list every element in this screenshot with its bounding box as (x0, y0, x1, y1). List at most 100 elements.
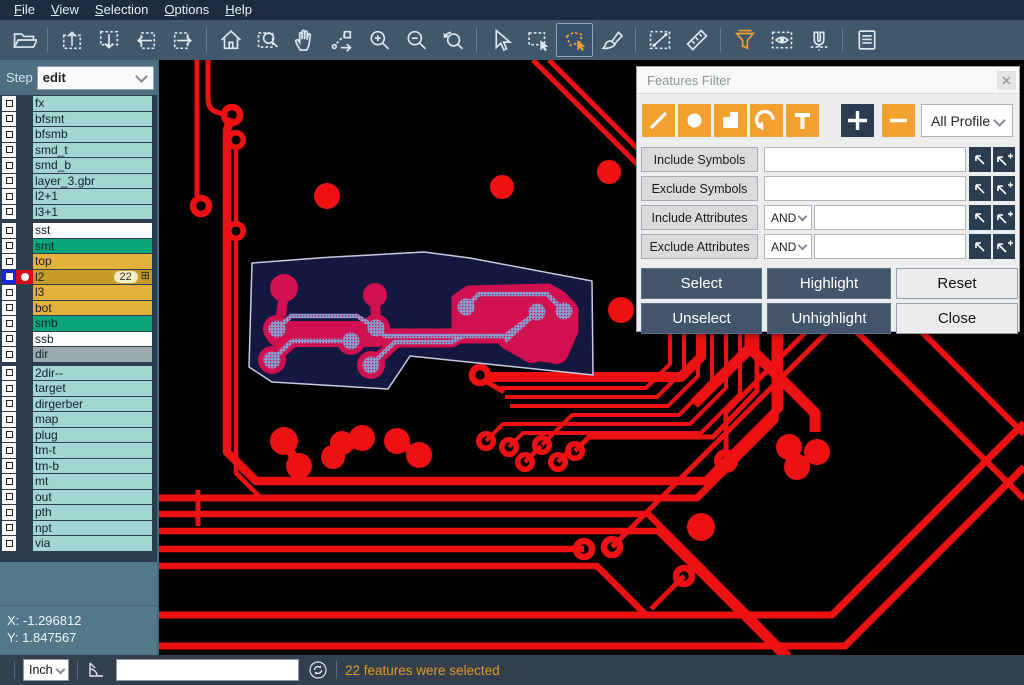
layer-row-l2+1[interactable]: l2+1 (0, 189, 157, 204)
layer-checkbox[interactable] (2, 428, 16, 443)
exclude-attributes-field[interactable] (814, 234, 966, 259)
layer-name[interactable]: fx (33, 96, 152, 111)
layer-checkbox[interactable] (2, 397, 16, 412)
layer-row-plug[interactable]: plug (0, 428, 157, 443)
layer-checkbox[interactable] (2, 332, 16, 347)
select-cursor-button[interactable] (482, 23, 519, 57)
layer-checkbox[interactable] (2, 112, 16, 127)
layer-name[interactable]: smb (33, 316, 152, 331)
select-button[interactable]: Select (641, 268, 762, 299)
layer-name[interactable]: l3+1 (33, 205, 152, 220)
layer-name[interactable]: dirgerber (33, 397, 152, 412)
pick-attribute-add-button[interactable] (993, 234, 1015, 259)
arc-tool-button[interactable] (750, 104, 783, 137)
move-vertex-button[interactable] (323, 23, 360, 57)
rectangle-select-button[interactable] (519, 23, 556, 57)
layer-row-map[interactable]: map (0, 412, 157, 427)
dialog-title-bar[interactable]: Features Filter (637, 67, 1019, 94)
layer-active-indicator[interactable] (16, 490, 33, 505)
text-tool-button[interactable] (786, 104, 819, 137)
include-symbols-button[interactable]: Include Symbols (641, 147, 758, 172)
layer-row-tm-b[interactable]: tm-b (0, 459, 157, 474)
layer-row-out[interactable]: out (0, 490, 157, 505)
layer-name[interactable]: smd_t (33, 143, 152, 158)
layer-row-ssb[interactable]: ssb (0, 332, 157, 347)
layer-checkbox[interactable] (2, 174, 16, 189)
layer-checkbox[interactable] (2, 205, 16, 220)
layer-name[interactable]: 2dir-- (33, 366, 152, 381)
layer-checkbox[interactable] (2, 459, 16, 474)
layer-row-l2[interactable]: l222⊞ (0, 270, 157, 285)
layer-row-smd_b[interactable]: smd_b (0, 158, 157, 173)
close-button[interactable]: Close (896, 303, 1018, 334)
layer-checkbox[interactable] (2, 490, 16, 505)
command-input[interactable] (116, 659, 299, 681)
layer-active-indicator[interactable] (16, 254, 33, 269)
pick-attribute-add-button[interactable] (993, 205, 1015, 230)
zoom-out-button[interactable] (397, 23, 434, 57)
layer-row-npt[interactable]: npt (0, 521, 157, 536)
layer-active-indicator[interactable] (16, 285, 33, 300)
layer-row-l3+1[interactable]: l3+1 (0, 205, 157, 220)
include-attributes-button[interactable]: Include Attributes (641, 205, 758, 230)
layer-row-sst[interactable]: sst (0, 223, 157, 238)
layer-checkbox[interactable] (2, 96, 16, 111)
layer-checkbox[interactable] (2, 412, 16, 427)
layer-active-indicator[interactable] (16, 412, 33, 427)
import-right-button[interactable] (164, 23, 201, 57)
pad-tool-button[interactable] (678, 104, 711, 137)
layer-name[interactable]: bfsmb (33, 127, 152, 142)
layer-checkbox[interactable] (2, 443, 16, 458)
dialog-close-button[interactable] (997, 71, 1016, 90)
layer-row-smd_t[interactable]: smd_t (0, 143, 157, 158)
layer-active-indicator[interactable] (16, 301, 33, 316)
layer-name[interactable]: npt (33, 521, 152, 536)
layer-active-indicator[interactable] (16, 174, 33, 189)
layer-name[interactable]: layer_3.gbr (33, 174, 152, 189)
profile-select[interactable]: All Profile (921, 104, 1013, 137)
refresh-icon[interactable] (308, 660, 328, 680)
layer-name[interactable]: top (33, 254, 152, 269)
layer-active-indicator[interactable] (16, 112, 33, 127)
layer-active-indicator[interactable] (16, 223, 33, 238)
layer-checkbox[interactable] (2, 254, 16, 269)
layer-row-smt[interactable]: smt (0, 239, 157, 254)
pan-hand-button[interactable] (286, 23, 323, 57)
layer-checkbox[interactable] (2, 143, 16, 158)
ruler-button[interactable] (678, 23, 715, 57)
layer-checkbox[interactable] (2, 239, 16, 254)
layer-name[interactable]: out (33, 490, 152, 505)
remove-filter-button[interactable] (882, 104, 915, 137)
layer-name[interactable]: via (33, 536, 152, 551)
pick-symbol-button[interactable] (969, 176, 991, 201)
menu-options[interactable]: Options (156, 1, 217, 19)
layer-active-indicator[interactable] (16, 366, 33, 381)
layer-row-bot[interactable]: bot (0, 301, 157, 316)
layer-checkbox[interactable] (2, 223, 16, 238)
view-options-button[interactable] (763, 23, 800, 57)
layer-row-tm-t[interactable]: tm-t (0, 443, 157, 458)
layer-checkbox[interactable] (2, 521, 16, 536)
layer-name[interactable]: ssb (33, 332, 152, 347)
layer-name[interactable]: tm-t (33, 443, 152, 458)
layer-name[interactable]: dir (33, 347, 152, 362)
layer-row-2dir--[interactable]: 2dir-- (0, 366, 157, 381)
layer-active-indicator[interactable] (16, 332, 33, 347)
layer-row-target[interactable]: target (0, 381, 157, 396)
layer-name[interactable]: smt (33, 239, 152, 254)
menu-file[interactable]: File (6, 1, 43, 19)
layer-name[interactable]: plug (33, 428, 152, 443)
layer-row-bfsmt[interactable]: bfsmt (0, 112, 157, 127)
snap-magnet-button[interactable] (800, 23, 837, 57)
layer-active-indicator[interactable] (16, 96, 33, 111)
pick-attribute-button[interactable] (969, 205, 991, 230)
layer-active-indicator[interactable] (16, 270, 33, 285)
layer-checkbox[interactable] (2, 474, 16, 489)
layer-name[interactable]: map (33, 412, 152, 427)
layer-active-indicator[interactable] (16, 505, 33, 520)
exclude-symbols-button[interactable]: Exclude Symbols (641, 176, 758, 201)
layer-active-indicator[interactable] (16, 158, 33, 173)
menu-view[interactable]: View (43, 1, 87, 19)
layer-name[interactable]: target (33, 381, 152, 396)
measure-line-button[interactable] (641, 23, 678, 57)
